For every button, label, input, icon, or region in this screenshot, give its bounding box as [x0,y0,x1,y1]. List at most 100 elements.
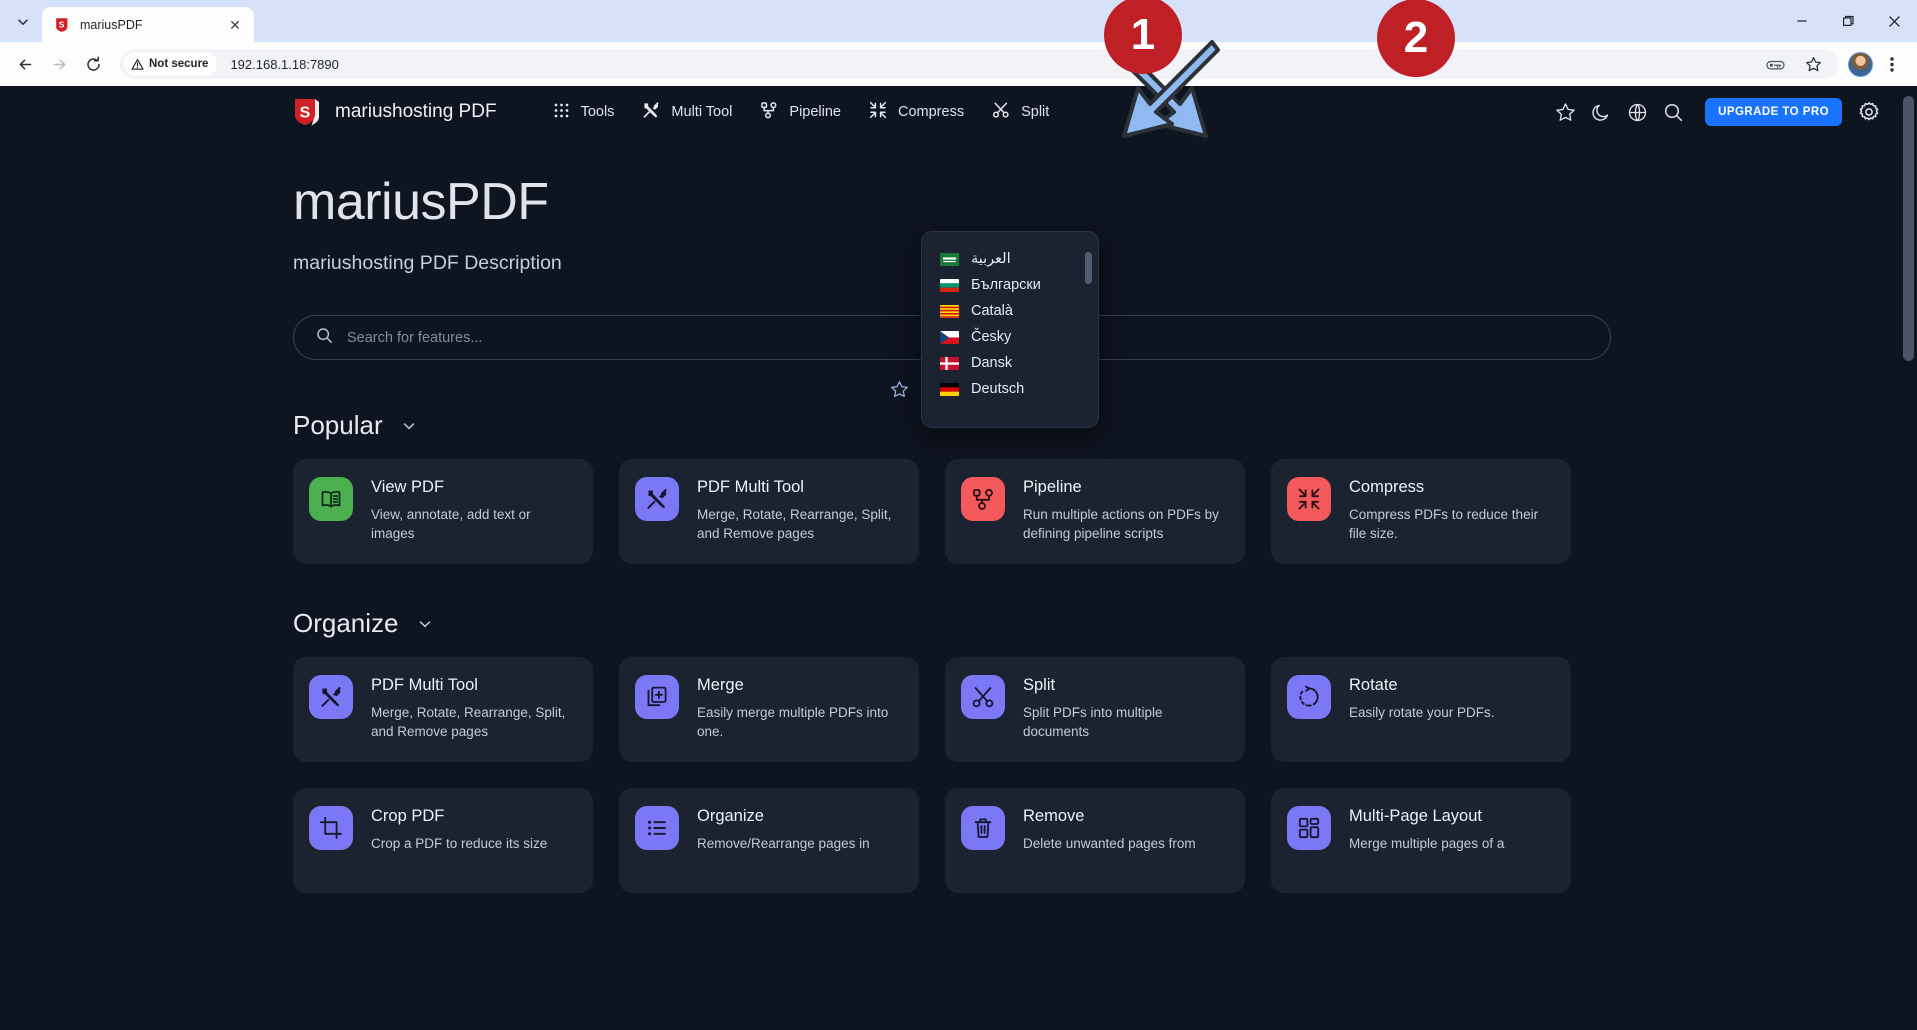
app-header: S mariushosting PDF Tools Multi Tool Pip… [0,86,1917,138]
nav-item-pipeline[interactable]: Pipeline [746,95,855,129]
tool-card-pdf-multi-tool[interactable]: PDF Multi Tool Merge, Rotate, Rearrange,… [619,459,919,564]
search-icon[interactable] [1655,94,1691,130]
close-icon[interactable] [1871,0,1917,42]
nav-label: Pipeline [789,104,841,120]
language-option-catalan[interactable]: Català [922,298,1098,324]
tab-title: mariusPDF [80,17,143,32]
tab-strip: S mariusPDF ✕ [0,0,1917,42]
card-description: Merge multiple pages of a [1349,836,1505,851]
card-title: Rotate [1349,676,1398,694]
chevron-down-icon[interactable] [401,418,417,434]
card-title: Organize [697,807,764,825]
reload-icon[interactable] [78,49,108,79]
profile-avatar[interactable] [1848,51,1873,77]
three-dots-vertical-icon[interactable] [1877,49,1907,79]
nav-item-multi-tool[interactable]: Multi Tool [628,95,746,129]
card-title: Split [1023,676,1056,694]
card-description: Run multiple actions on PDFs by defining… [1023,507,1219,541]
forward-arrow-icon[interactable] [44,49,74,79]
section-header[interactable]: Popular [293,410,1917,441]
restore-icon[interactable] [1825,0,1871,42]
tool-card-multi-page-layout[interactable]: Multi-Page Layout Merge multiple pages o… [1271,788,1571,893]
tool-card-organize[interactable]: Organize Remove/Rearrange pages in [619,788,919,893]
security-status-label: Not secure [149,58,209,70]
tool-card-crop-pdf[interactable]: Crop PDF Crop a PDF to reduce its size [293,788,593,893]
card-title: Multi-Page Layout [1349,807,1482,825]
warning-triangle-icon [131,58,144,70]
tool-card-rotate[interactable]: Rotate Easily rotate your PDFs. [1271,657,1571,762]
pipeline-icon [961,477,1005,521]
page-scrollbar[interactable] [1900,86,1917,1030]
language-dropdown-menu[interactable]: العربية Български Català Česky Dansk Deu… [921,231,1099,428]
nav-label: Split [1021,104,1050,120]
language-option-czech[interactable]: Česky [922,324,1098,350]
card-title: Pipeline [1023,478,1082,496]
flag-saudi-arabia-icon [940,252,959,266]
nav-item-split[interactable]: Split [978,95,1063,129]
chevron-down-icon[interactable] [417,616,433,632]
flag-denmark-icon [940,356,959,370]
browser-toolbar: Not secure 192.168.1.18:7890 [0,42,1917,86]
brand-shield-s-logo: S [293,97,321,127]
favorites-star-icon[interactable] [888,378,910,400]
scissors-icon [961,675,1005,719]
tools-icon [309,675,353,719]
language-option-arabic[interactable]: العربية [922,246,1098,272]
page-title: mariusPDF [293,173,549,231]
browser-tab[interactable]: S mariusPDF ✕ [42,7,254,42]
language-label: Dansk [971,355,1013,371]
card-description: View, annotate, add text or images [371,507,531,541]
page-subtitle: mariushosting PDF Description [293,252,562,274]
tool-card-pipeline[interactable]: Pipeline Run multiple actions on PDFs by… [945,459,1245,564]
card-title: PDF Multi Tool [697,478,804,496]
scrollbar-thumb[interactable] [1903,96,1914,361]
card-description: Split PDFs into multiple documents [1023,705,1163,739]
settings-gear-icon[interactable] [1851,94,1887,130]
layout-grid-icon [1287,806,1331,850]
nav-label: Compress [898,104,965,120]
grid-dots-icon [553,102,570,123]
password-key-icon[interactable] [1760,49,1790,79]
card-description: Delete unwanted pages from [1023,836,1196,851]
upgrade-to-pro-button[interactable]: UPGRADE TO PRO [1705,98,1842,126]
language-menu-scrollbar[interactable] [1085,252,1092,284]
card-description: Merge, Rotate, Rearrange, Split, and Rem… [697,507,892,541]
tool-card-view-pdf[interactable]: View PDF View, annotate, add text or ima… [293,459,593,564]
flag-germany-icon [940,382,959,396]
card-title: Merge [697,676,744,694]
minimize-icon[interactable] [1779,0,1825,42]
nav-label: Multi Tool [671,104,733,120]
tool-card-merge[interactable]: Merge Easily merge multiple PDFs into on… [619,657,919,762]
nav-item-tools[interactable]: Tools [539,96,629,129]
brand[interactable]: S mariushosting PDF [293,97,497,127]
tool-card-split[interactable]: Split Split PDFs into multiple documents [945,657,1245,762]
nav-item-compress[interactable]: Compress [855,95,978,129]
tools-icon [642,101,660,123]
mariushosting-shield-icon: S [54,16,71,33]
card-title: Compress [1349,478,1425,496]
url-text: 192.168.1.18:7890 [230,56,339,72]
language-option-bulgarian[interactable]: Български [922,272,1098,298]
tool-card-compress[interactable]: Compress Compress PDFs to reduce their f… [1271,459,1571,564]
scissors-icon [992,101,1010,123]
svg-text:S: S [59,19,65,29]
back-arrow-icon[interactable] [10,49,40,79]
theme-toggle-moon-icon[interactable] [1583,94,1619,130]
card-description: Compress PDFs to reduce their file size. [1349,507,1539,541]
tool-card-pdf-multi-tool[interactable]: PDF Multi Tool Merge, Rotate, Rearrange,… [293,657,593,762]
tab-search-chevron-down-icon[interactable] [8,7,38,37]
bookmark-star-icon[interactable] [1798,49,1828,79]
language-globe-icon[interactable] [1619,94,1655,130]
tab-close-icon[interactable]: ✕ [226,16,244,34]
section-header[interactable]: Organize [293,608,1917,639]
tool-card-remove[interactable]: Remove Delete unwanted pages from [945,788,1245,893]
address-bar[interactable]: Not secure 192.168.1.18:7890 [120,49,1838,79]
security-status-badge[interactable]: Not secure [124,52,218,76]
language-option-danish[interactable]: Dansk [922,350,1098,376]
language-option-german[interactable]: Deutsch [922,376,1098,402]
annotation-badge-2: 2 [1377,0,1455,77]
favorites-star-icon[interactable] [1547,94,1583,130]
flag-czech-republic-icon [940,330,959,344]
card-grid: PDF Multi Tool Merge, Rotate, Rearrange,… [293,657,1917,762]
list-icon [635,806,679,850]
